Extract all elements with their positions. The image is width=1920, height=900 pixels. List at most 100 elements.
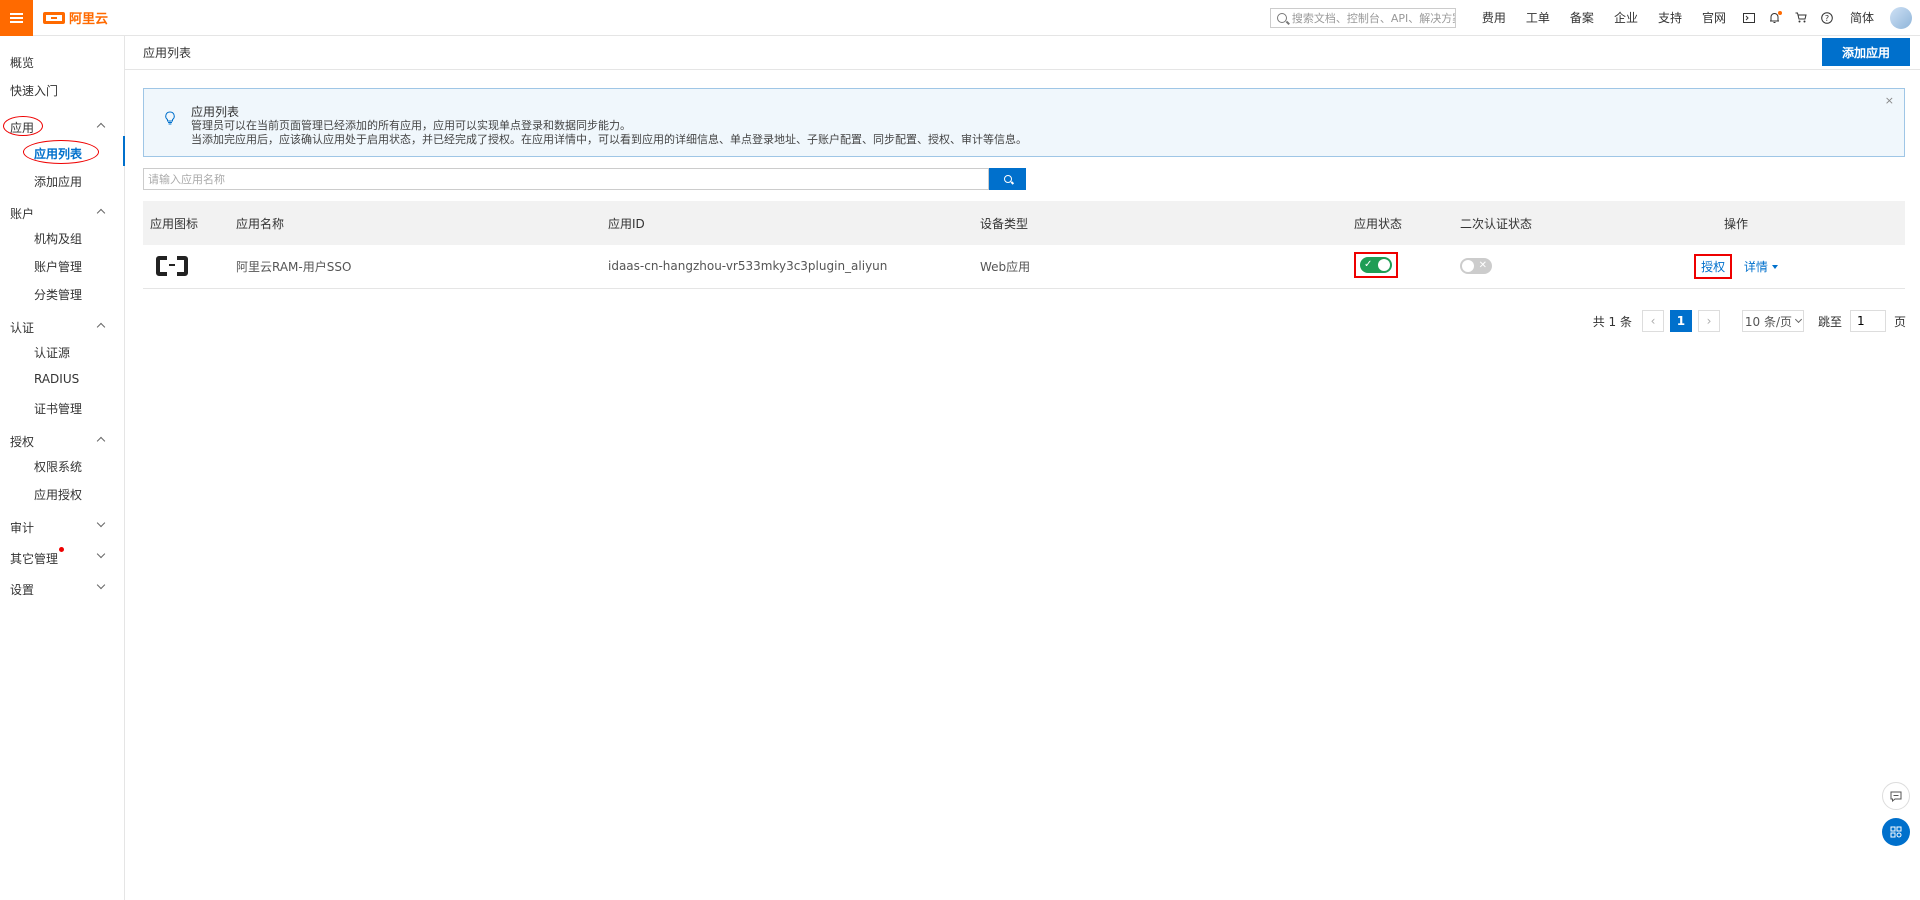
- chevron-up-icon[interactable]: [96, 322, 106, 332]
- language-switch[interactable]: 简体: [1840, 9, 1884, 26]
- detail-label: 详情: [1743, 259, 1768, 274]
- col-header-icon: 应用图标: [143, 201, 229, 245]
- app-filter: [143, 168, 1026, 190]
- check-icon: ✓: [1364, 258, 1373, 270]
- sidebar: 概览 快速入门 应用 应用列表 添加应用 账户 机构及组 账户管理 分类管理 认…: [0, 36, 125, 900]
- lightbulb-icon: [165, 111, 175, 125]
- terminal-icon[interactable]: [1736, 0, 1762, 36]
- sidebar-group-settings[interactable]: 设置: [10, 581, 34, 598]
- feedback-chat-button[interactable]: [1882, 782, 1910, 810]
- sidebar-item-category-mgmt[interactable]: 分类管理: [34, 286, 82, 303]
- col-header-name: 应用名称: [229, 201, 601, 245]
- prev-page-button[interactable]: ‹: [1641, 310, 1664, 332]
- global-search-placeholder: 搜索文档、控制台、API、解决方案和资源: [1291, 11, 1455, 25]
- app-status-cell: ✓: [1347, 245, 1453, 289]
- app-icon-cell: [143, 245, 229, 289]
- sidebar-item-overview[interactable]: 概览: [10, 54, 34, 71]
- sidebar-item-org-group[interactable]: 机构及组: [34, 230, 82, 247]
- chevron-down-icon[interactable]: [96, 518, 106, 528]
- sidebar-group-audit[interactable]: 审计: [10, 519, 34, 536]
- chevron-up-icon[interactable]: [96, 122, 106, 132]
- nav-icp[interactable]: 备案: [1560, 9, 1604, 26]
- sidebar-group-authorize[interactable]: 授权: [10, 433, 34, 450]
- notification-dot: [1777, 10, 1782, 15]
- col-header-device: 设备类型: [973, 201, 1347, 245]
- table-row: 阿里云RAM-用户SSO idaas-cn-hangzhou-vr533mky3…: [143, 245, 1905, 289]
- annotation-ellipse-app: [3, 116, 43, 136]
- search-icon: [1276, 12, 1287, 23]
- apps-launcher-button[interactable]: [1882, 818, 1910, 846]
- jump-label: 跳至: [1817, 314, 1842, 329]
- aliyun-app-logo-icon: [156, 256, 188, 277]
- sidebar-item-cert-mgmt[interactable]: 证书管理: [34, 400, 82, 417]
- app-status-toggle[interactable]: ✓: [1360, 256, 1392, 273]
- page-1-button[interactable]: 1: [1669, 310, 1692, 332]
- svg-text:?: ?: [1825, 14, 1829, 23]
- table-header-row: 应用图标 应用名称 应用ID 设备类型 应用状态 二次认证状态 操作: [143, 201, 1905, 245]
- sidebar-item-account-mgmt[interactable]: 账户管理: [34, 258, 82, 275]
- col-header-id: 应用ID: [601, 201, 973, 245]
- detail-link[interactable]: 详情: [1744, 260, 1778, 274]
- app-table: 应用图标 应用名称 应用ID 设备类型 应用状态 二次认证状态 操作 阿里云RA…: [143, 201, 1905, 289]
- avatar[interactable]: [1890, 6, 1912, 29]
- sidebar-item-radius[interactable]: RADIUS: [34, 372, 79, 386]
- app-id-cell: idaas-cn-hangzhou-vr533mky3c3plugin_aliy…: [601, 245, 973, 289]
- brand-name: 阿里云: [69, 12, 109, 27]
- device-type-cell: Web应用: [973, 245, 1347, 289]
- sidebar-group-account[interactable]: 账户: [10, 205, 34, 222]
- brand-logo[interactable]: 阿里云: [43, 8, 108, 27]
- nav-ticket[interactable]: 工单: [1516, 9, 1560, 26]
- app-name-search-input[interactable]: [143, 168, 989, 190]
- nav-billing[interactable]: 费用: [1472, 9, 1516, 26]
- grid-icon: [1890, 826, 1902, 838]
- sidebar-group-other-mgmt[interactable]: 其它管理: [10, 550, 58, 567]
- total-count: 共 1 条: [1592, 314, 1632, 329]
- sidebar-item-auth-source[interactable]: 认证源: [34, 344, 70, 361]
- menu-icon[interactable]: [0, 0, 33, 36]
- ops-cell: 授权 详情: [1567, 245, 1905, 289]
- help-icon[interactable]: ?: [1814, 0, 1840, 36]
- bell-icon[interactable]: [1762, 0, 1788, 36]
- sidebar-item-quickstart[interactable]: 快速入门: [10, 82, 58, 99]
- sidebar-group-auth[interactable]: 认证: [10, 319, 34, 336]
- page-size-value: 10 条/页: [1744, 314, 1793, 329]
- chevron-up-icon[interactable]: [96, 436, 106, 446]
- aliyun-logo-icon: [43, 11, 65, 24]
- annotation-ellipse-app-list: [23, 140, 99, 164]
- top-bar: 阿里云 搜索文档、控制台、API、解决方案和资源 费用 工单 备案 企业 支持 …: [0, 0, 1920, 36]
- page-size-select[interactable]: 10 条/页: [1741, 310, 1804, 332]
- x-icon: ✕: [1478, 260, 1487, 272]
- col-header-ops: 操作: [1567, 201, 1905, 245]
- pagination: 共 1 条 ‹ 1 › 10 条/页 跳至 页: [1593, 310, 1906, 332]
- page-suffix: 页: [1893, 314, 1906, 329]
- nav-support[interactable]: 支持: [1648, 9, 1692, 26]
- nav-official-site[interactable]: 官网: [1692, 9, 1736, 26]
- sidebar-item-app-authorize[interactable]: 应用授权: [34, 486, 82, 503]
- chevron-up-icon[interactable]: [96, 208, 106, 218]
- new-badge-dot: [59, 547, 64, 552]
- add-app-button[interactable]: 添加应用: [1822, 38, 1910, 66]
- sidebar-item-perm-system[interactable]: 权限系统: [34, 458, 82, 475]
- sidebar-item-add-app[interactable]: 添加应用: [34, 173, 82, 190]
- close-icon[interactable]: ×: [1885, 94, 1894, 107]
- authorize-link[interactable]: 授权: [1701, 260, 1725, 274]
- chevron-down-icon[interactable]: [96, 549, 106, 559]
- page-header: 应用列表 添加应用: [125, 36, 1920, 70]
- mfa-status-cell: ✕: [1453, 245, 1567, 289]
- search-button[interactable]: [989, 168, 1026, 190]
- chevron-down-icon[interactable]: [96, 580, 106, 590]
- global-search-input[interactable]: 搜索文档、控制台、API、解决方案和资源: [1269, 7, 1456, 28]
- caret-down-icon: [1771, 265, 1778, 270]
- next-page-button[interactable]: ›: [1697, 310, 1720, 332]
- cart-icon[interactable]: [1788, 0, 1814, 36]
- col-header-status: 应用状态: [1347, 201, 1453, 245]
- jump-page-input[interactable]: [1849, 310, 1886, 332]
- annotation-box-authorize: 授权: [1694, 253, 1733, 279]
- search-icon: [1003, 175, 1012, 183]
- chevron-down-icon: [1794, 315, 1803, 324]
- nav-enterprise[interactable]: 企业: [1604, 9, 1648, 26]
- notice-line-2: 当添加完应用后，应该确认应用处于启用状态，并已经完成了授权。在应用详情中，可以看…: [191, 133, 1027, 146]
- app-name-cell: 阿里云RAM-用户SSO: [229, 245, 601, 289]
- mfa-status-toggle[interactable]: ✕: [1460, 258, 1492, 275]
- page-title: 应用列表: [143, 46, 192, 60]
